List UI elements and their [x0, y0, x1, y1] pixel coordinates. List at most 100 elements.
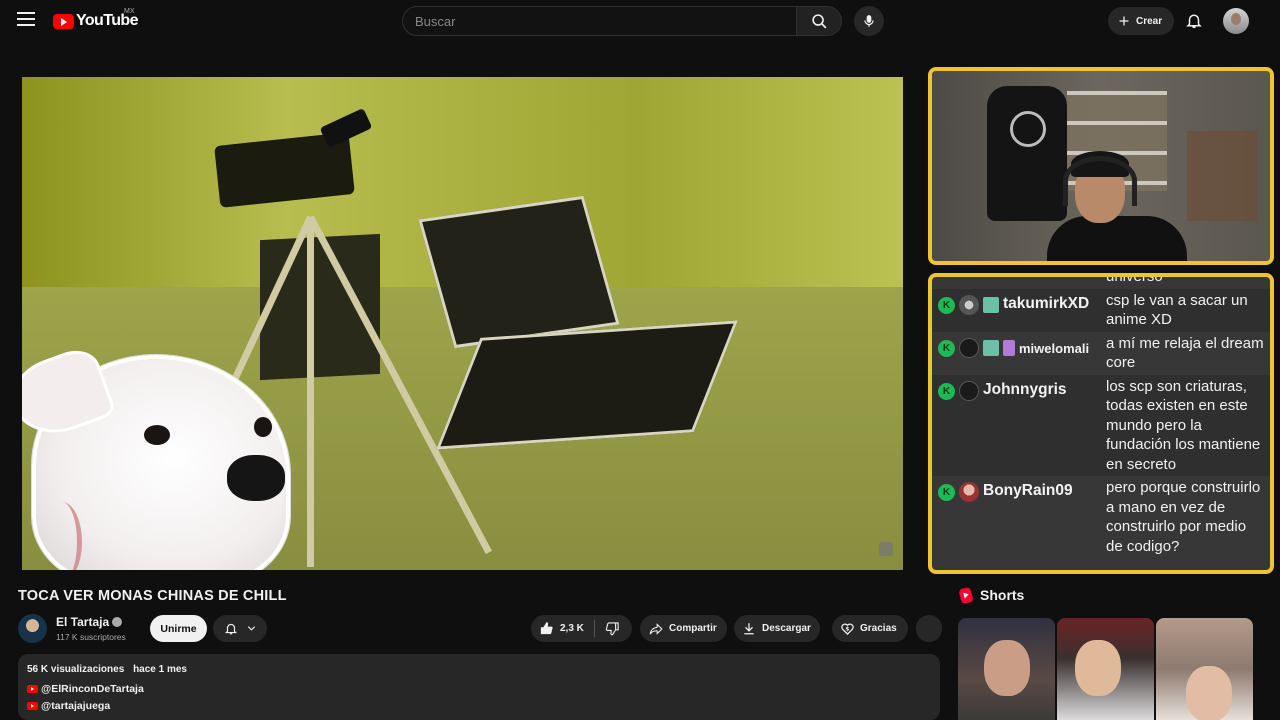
thumbs-up-icon — [540, 622, 553, 635]
webcam-overlay — [928, 67, 1274, 265]
webcam-chair-logo — [1010, 111, 1046, 147]
chat-user: K BonyRain09 — [938, 476, 1106, 558]
menu-icon[interactable] — [17, 12, 35, 28]
subscriber-badge-icon — [983, 296, 999, 313]
chat-overlay: universo K takumirkXD csp le van a sacar… — [928, 273, 1274, 574]
share-label: Compartir — [669, 623, 717, 634]
chevron-down-icon — [247, 626, 255, 631]
bell-icon — [224, 623, 237, 635]
short-thumbnail[interactable] — [958, 618, 1055, 720]
account-avatar[interactable] — [1223, 8, 1249, 34]
chat-text: a mí me relaja el dream core — [1106, 334, 1264, 372]
shorts-icon — [958, 586, 974, 604]
thumbs-down-icon — [605, 622, 619, 636]
thanks-button[interactable]: $ Gracias — [832, 615, 908, 642]
dislike-button[interactable] — [595, 621, 620, 636]
more-actions-button[interactable] — [916, 615, 942, 642]
subscriber-count: 117 K suscriptores — [56, 632, 126, 642]
search-button[interactable] — [796, 6, 842, 36]
channel-name-row[interactable]: El Tartaja — [56, 615, 123, 629]
search-input[interactable]: Buscar — [402, 6, 797, 36]
kick-badge-icon: K — [938, 339, 955, 357]
like-dislike-group: 2,3 K — [531, 615, 632, 642]
streamer-body — [1047, 216, 1187, 261]
download-label: Descargar — [762, 623, 811, 634]
channel-link[interactable]: @ElRinconDeTartaja — [27, 683, 931, 695]
top-bar: YouTube MX Buscar Crear — [0, 0, 1280, 42]
youtube-icon — [27, 702, 38, 710]
bell-icon — [1186, 14, 1202, 28]
country-code: MX — [124, 8, 135, 15]
create-label: Crear — [1136, 15, 1163, 27]
video-title: TOCA VER MONAS CHINAS DE CHILL — [18, 588, 287, 604]
notifications-button[interactable] — [1185, 11, 1203, 35]
kick-badge-icon: K — [938, 296, 955, 314]
search-icon — [811, 13, 826, 28]
shorts-title: Shorts — [980, 587, 1025, 603]
chat-messages: universo K takumirkXD csp le van a sacar… — [932, 277, 1270, 558]
plus-icon — [1119, 16, 1129, 26]
download-button[interactable]: Descargar — [734, 615, 820, 642]
streamer — [1047, 151, 1187, 261]
chat-message: K miwelomali a mí me relaja el dream cor… — [932, 332, 1270, 375]
channel-avatar[interactable] — [18, 614, 47, 643]
shorts-header: Shorts — [958, 586, 1025, 604]
chat-user: K miwelomali — [938, 332, 1106, 375]
subscriber-badge-icon — [983, 339, 999, 356]
upload-date: hace 1 mes — [133, 664, 187, 675]
chat-text: csp le van a sacar un anime XD — [1106, 291, 1248, 329]
headset-icon — [1063, 156, 1137, 206]
user-avatar — [959, 380, 979, 401]
user-avatar — [959, 482, 979, 502]
channel-link[interactable]: @tartajajuega — [27, 700, 931, 712]
verified-icon — [112, 617, 123, 627]
thanks-label: Gracias — [860, 623, 897, 634]
dog-sticker — [22, 343, 297, 570]
channel-link-label[interactable]: @ElRinconDeTartaja — [41, 683, 144, 695]
chat-text: pero porque construirlo a mano en vez de… — [1106, 479, 1261, 555]
kick-badge-icon: K — [938, 484, 955, 501]
like-count: 2,3 K — [560, 623, 584, 634]
create-button[interactable]: Crear — [1108, 7, 1174, 35]
join-button[interactable]: Unirme — [150, 615, 207, 642]
share-button[interactable]: Compartir — [640, 615, 727, 642]
tripod-leg — [307, 217, 314, 567]
video-watermark-icon — [879, 542, 893, 556]
user-avatar — [959, 294, 979, 315]
channel-name[interactable]: El Tartaja — [56, 615, 109, 629]
description-box[interactable]: 56 K visualizaciones hace 1 mes @ElRinco… — [18, 654, 940, 720]
gifter-badge-icon — [1003, 339, 1015, 356]
channel-link-label[interactable]: @tartajajuega — [41, 700, 110, 712]
short-thumbnail[interactable] — [1057, 618, 1154, 720]
description-stats: 56 K visualizaciones hace 1 mes — [27, 664, 931, 675]
chat-username: miwelomali — [1019, 340, 1090, 356]
video-scene-case-base — [436, 320, 738, 450]
short-thumbnail-face — [984, 640, 1030, 696]
download-icon — [744, 623, 754, 635]
chat-text: los scp son criaturas, todas existen en … — [1106, 377, 1261, 473]
video-scene-case-lid — [418, 195, 620, 349]
short-thumbnail[interactable] — [1156, 618, 1253, 720]
chat-username: BonyRain09 — [983, 482, 1073, 499]
youtube-logo[interactable]: YouTube MX — [53, 8, 138, 32]
chat-username: Johnnygris — [983, 380, 1067, 398]
dog-nose — [227, 455, 285, 501]
voice-search-button[interactable] — [854, 6, 884, 36]
youtube-play-icon — [53, 13, 74, 29]
share-icon — [649, 622, 663, 635]
chat-message: universo — [932, 277, 1270, 289]
like-button[interactable]: 2,3 K — [531, 620, 595, 637]
chat-username: takumirkXD — [1003, 294, 1090, 312]
kick-badge-icon: K — [938, 382, 955, 400]
chat-user: K takumirkXD — [938, 289, 1106, 332]
microphone-icon — [864, 15, 874, 27]
chat-user: K Johnnygris — [938, 375, 1106, 477]
video-player[interactable] — [22, 77, 903, 570]
dog-eye — [144, 425, 170, 445]
dog-eye — [254, 417, 272, 437]
short-thumbnail-face — [1075, 640, 1121, 696]
svg-text:$: $ — [845, 626, 849, 632]
subscription-bell-button[interactable] — [213, 615, 267, 642]
chat-user — [938, 277, 1106, 289]
youtube-icon — [27, 685, 38, 693]
